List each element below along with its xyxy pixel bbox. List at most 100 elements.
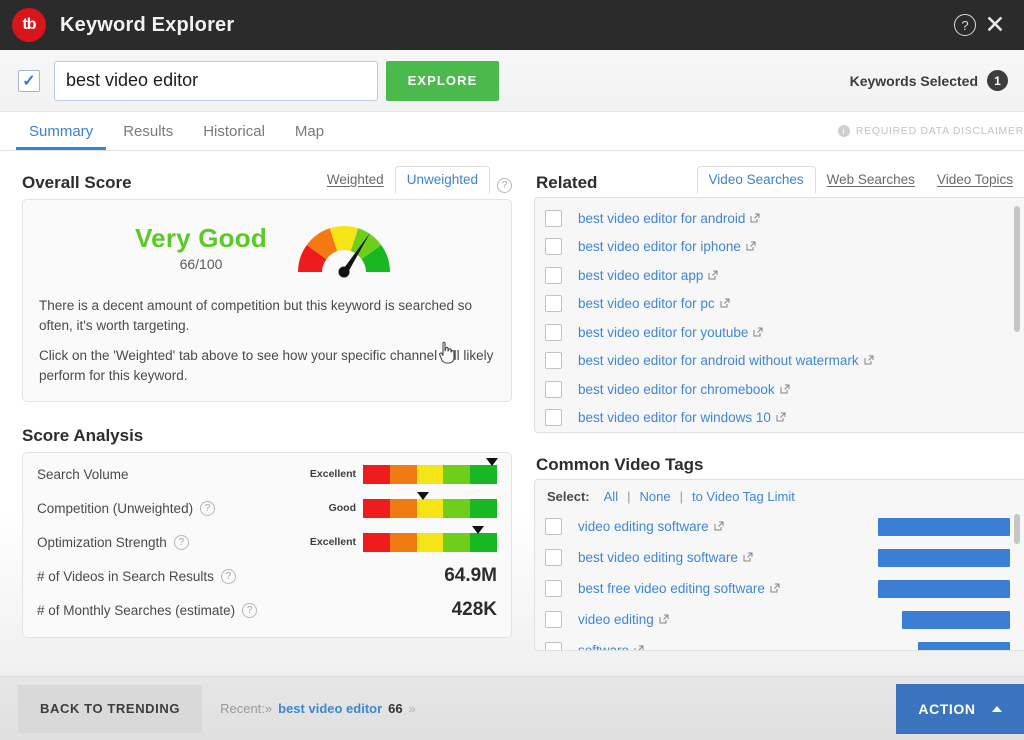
tag-checkbox[interactable] [545, 549, 562, 566]
list-item[interactable]: best video editor for windows 10 [535, 404, 1024, 433]
list-item[interactable]: video editing [535, 604, 1024, 635]
left-column: Overall Score Weighted Unweighted ? Very… [0, 151, 528, 676]
list-item[interactable]: video editing software [535, 511, 1024, 542]
tab-results[interactable]: Results [108, 112, 188, 150]
overall-score-help-icon[interactable]: ? [497, 178, 512, 193]
row-meter [363, 499, 497, 518]
related-checkbox[interactable] [545, 324, 562, 341]
external-link-icon [750, 211, 760, 226]
related-link[interactable]: best video editor for windows 10 [578, 410, 786, 425]
related-checkbox[interactable] [545, 210, 562, 227]
list-item[interactable]: best video editing software [535, 542, 1024, 573]
list-item[interactable]: best video editor for youtube [535, 318, 1024, 347]
select-separator: | [680, 489, 683, 504]
meter-segment [363, 499, 390, 518]
related-checkbox[interactable] [545, 409, 562, 426]
back-to-trending-button[interactable]: BACK TO TRENDING [18, 685, 202, 733]
keyword-checkbox[interactable]: ✓ [18, 70, 40, 92]
related-scrollbar-thumb[interactable] [1014, 206, 1020, 332]
logo-text: tb [22, 16, 35, 34]
meter-marker-icon [486, 458, 498, 466]
tag-checkbox[interactable] [545, 611, 562, 628]
monthly-searches-help-icon[interactable]: ? [242, 603, 257, 618]
competition-help-icon[interactable]: ? [200, 501, 215, 516]
tag-volume-bar [878, 549, 1010, 567]
related-link[interactable]: best video editor for android [578, 211, 760, 226]
tag-checkbox[interactable] [545, 518, 562, 535]
tag-link[interactable]: best free video editing software [578, 581, 780, 596]
tab-map[interactable]: Map [280, 112, 339, 150]
optimization-help-icon[interactable]: ? [174, 535, 189, 550]
disclaimer-label: REQUIRED DATA DISCLAIMER [856, 125, 1024, 137]
caret-up-icon [992, 706, 1002, 712]
tag-checkbox[interactable] [545, 580, 562, 597]
related-link[interactable]: best video editor for android without wa… [578, 353, 874, 368]
related-label: best video editor for chromebook [578, 382, 775, 397]
tag-link[interactable]: software [578, 643, 644, 651]
row-label: Competition (Unweighted) [37, 501, 193, 516]
related-link[interactable]: best video editor for iphone [578, 239, 756, 254]
list-item[interactable]: best free video editing software [535, 573, 1024, 604]
external-link-icon [720, 296, 730, 311]
related-link[interactable]: best video editor for pc [578, 296, 730, 311]
required-data-disclaimer[interactable]: i REQUIRED DATA DISCLAIMER [838, 112, 1024, 150]
help-button[interactable]: ? [950, 10, 980, 40]
tab-weighted[interactable]: Weighted [316, 167, 395, 193]
related-link[interactable]: best video editor for youtube [578, 325, 763, 340]
action-button[interactable]: ACTION [896, 684, 1024, 734]
list-item[interactable]: best video editor for android [535, 204, 1024, 233]
related-checkbox[interactable] [545, 238, 562, 255]
tag-checkbox[interactable] [545, 642, 562, 651]
external-link-icon [659, 612, 669, 627]
explore-button[interactable]: EXPLORE [386, 61, 499, 101]
related-checkbox[interactable] [545, 267, 562, 284]
videos-count-help-icon[interactable]: ? [221, 569, 236, 584]
row-label-wrap: # of Monthly Searches (estimate) ? [37, 603, 257, 618]
meter-marker-icon [417, 492, 429, 500]
select-none-link[interactable]: None [639, 489, 670, 504]
tab-historical[interactable]: Historical [188, 112, 280, 150]
related-checkbox[interactable] [545, 381, 562, 398]
close-button[interactable]: ✕ [980, 10, 1010, 40]
tab-web-searches[interactable]: Web Searches [816, 167, 926, 193]
recent-keyword-link[interactable]: best video editor [278, 701, 382, 716]
related-link[interactable]: best video editor app [578, 268, 718, 283]
score-gauge [289, 212, 399, 283]
meter-marker-icon [472, 526, 484, 534]
tab-video-topics[interactable]: Video Topics [926, 167, 1024, 193]
recent-arrow-icon: » [409, 701, 416, 716]
list-item[interactable]: best video editor app [535, 261, 1024, 290]
meter-segment [417, 533, 444, 552]
tag-link[interactable]: video editing software [578, 519, 724, 534]
tab-video-searches[interactable]: Video Searches [697, 166, 816, 194]
select-to-limit-link[interactable]: to Video Tag Limit [692, 489, 795, 504]
navtabs-spacer [339, 112, 838, 150]
list-item[interactable]: best video editor for iphone [535, 233, 1024, 262]
related-checkbox[interactable] [545, 295, 562, 312]
external-link-icon [864, 353, 874, 368]
list-item[interactable]: best video editor for pc [535, 290, 1024, 319]
related-checkbox[interactable] [545, 352, 562, 369]
row-rating: Excellent [310, 468, 356, 480]
related-link[interactable]: best video editor for chromebook [578, 382, 790, 397]
row-meter [363, 533, 497, 552]
select-all-link[interactable]: All [604, 489, 618, 504]
list-item[interactable]: best video editor for android without wa… [535, 347, 1024, 376]
keyword-input[interactable] [54, 61, 378, 101]
tag-bar-wrap [878, 611, 1024, 629]
tag-link[interactable]: video editing [578, 612, 669, 627]
row-label-wrap: # of Videos in Search Results ? [37, 569, 236, 584]
tag-volume-bar [878, 518, 1010, 536]
score-analysis-title: Score Analysis [22, 426, 143, 446]
list-item[interactable]: best video editor for mac [535, 432, 1024, 433]
list-item[interactable]: best video editor for chromebook [535, 375, 1024, 404]
related-header: Related Video Searches Web Searches Vide… [528, 165, 1024, 193]
meter-segment [417, 499, 444, 518]
tab-unweighted[interactable]: Unweighted [395, 166, 490, 194]
list-item[interactable]: software [535, 635, 1024, 651]
common-tags-title: Common Video Tags [536, 455, 704, 475]
tags-scrollbar-thumb[interactable] [1014, 514, 1020, 544]
tag-link[interactable]: best video editing software [578, 550, 753, 565]
tag-volume-bar [902, 611, 1010, 629]
tab-summary[interactable]: Summary [14, 112, 108, 150]
